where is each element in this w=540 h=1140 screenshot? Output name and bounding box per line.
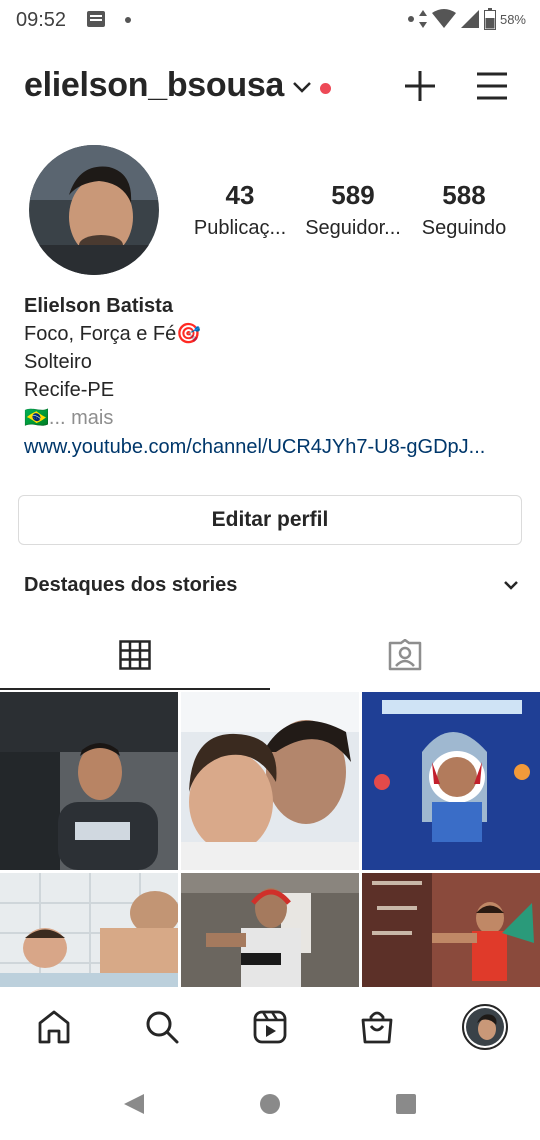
stat-following-count: 588 bbox=[442, 180, 486, 210]
post-thumbnail[interactable] bbox=[181, 873, 359, 987]
recents-icon[interactable] bbox=[394, 1092, 418, 1116]
new-post-button[interactable] bbox=[402, 68, 438, 104]
profile-website-link[interactable]: www.youtube.com/channel/UCR4JYh7-U8-gGDp… bbox=[24, 432, 524, 462]
active-tab-indicator bbox=[0, 688, 270, 690]
bio-more-line[interactable]: 🇧🇷... mais bbox=[24, 404, 524, 432]
profile-tabs bbox=[0, 620, 540, 690]
profile-bio: Elielson Batista Foco, Força e Fé🎯 Solte… bbox=[24, 292, 524, 462]
status-time: 09:52 bbox=[16, 9, 67, 31]
post-thumbnail[interactable] bbox=[362, 692, 540, 870]
signal-icon bbox=[460, 10, 479, 28]
stat-posts-label: Publicaç... bbox=[193, 217, 287, 239]
story-highlights-toggle[interactable]: Destaques dos stories bbox=[24, 570, 520, 600]
profile-avatar[interactable] bbox=[29, 145, 159, 275]
notification-dot bbox=[320, 83, 331, 94]
wifi-icon bbox=[431, 9, 456, 28]
stat-following-label: Seguindo bbox=[421, 217, 507, 239]
edit-profile-button[interactable]: Editar perfil bbox=[18, 495, 522, 545]
stat-followers[interactable]: 589 Seguidor... bbox=[303, 180, 403, 240]
bio-line: Recife-PE bbox=[24, 379, 115, 401]
back-icon[interactable] bbox=[122, 1092, 146, 1116]
posts-grid bbox=[0, 692, 540, 987]
flag-emoji: 🇧🇷 bbox=[24, 407, 49, 429]
highlights-title: Destaques dos stories bbox=[24, 574, 238, 596]
home-icon bbox=[38, 1010, 70, 1044]
shop-icon bbox=[361, 1011, 393, 1044]
bottom-navigation bbox=[0, 987, 540, 1067]
menu-button[interactable] bbox=[474, 70, 510, 102]
stat-followers-label: Seguidor... bbox=[305, 217, 401, 239]
profile-name: Elielson Batista bbox=[24, 295, 173, 317]
stat-posts-count: 43 bbox=[225, 180, 255, 210]
nav-home[interactable] bbox=[34, 1007, 74, 1047]
tagged-icon bbox=[388, 639, 422, 671]
status-icons: 58% bbox=[407, 8, 526, 30]
post-thumbnail[interactable] bbox=[362, 873, 540, 987]
data-arrows-icon bbox=[418, 10, 427, 28]
chevron-down-icon[interactable] bbox=[291, 78, 313, 96]
username-switcher[interactable]: elielson_bsousa bbox=[24, 66, 284, 105]
system-navigation bbox=[0, 1068, 540, 1140]
bio-line: Solteiro bbox=[24, 351, 92, 373]
home-circle-icon[interactable] bbox=[258, 1092, 282, 1116]
message-notification-icon bbox=[87, 11, 105, 27]
grid-icon bbox=[119, 640, 151, 670]
nav-search[interactable] bbox=[142, 1007, 182, 1047]
stat-posts[interactable]: 43 Publicaç... bbox=[190, 180, 290, 240]
notification-dot-icon bbox=[407, 16, 414, 22]
chevron-down-icon bbox=[504, 581, 518, 590]
tab-tagged[interactable] bbox=[270, 620, 540, 690]
nav-reels[interactable] bbox=[250, 1007, 290, 1047]
stat-followers-count: 589 bbox=[331, 180, 375, 210]
post-thumbnail[interactable] bbox=[181, 692, 359, 870]
status-bar: 09:52 58% bbox=[0, 0, 540, 40]
search-icon bbox=[146, 1011, 179, 1044]
battery-icon bbox=[483, 8, 496, 30]
bio-more-link[interactable]: ... mais bbox=[49, 407, 113, 429]
stat-following[interactable]: 588 Seguindo bbox=[414, 180, 514, 240]
post-thumbnail[interactable] bbox=[0, 692, 178, 870]
battery-percent: 58% bbox=[499, 11, 526, 27]
nav-shop[interactable] bbox=[357, 1007, 397, 1047]
notification-dot-icon bbox=[125, 17, 131, 23]
post-thumbnail[interactable] bbox=[0, 873, 178, 987]
tab-posts-grid[interactable] bbox=[0, 620, 270, 690]
nav-profile[interactable] bbox=[462, 1004, 508, 1050]
profile-avatar-icon bbox=[462, 1004, 508, 1050]
profile-header: elielson_bsousa bbox=[0, 62, 540, 112]
reels-icon bbox=[253, 1010, 287, 1044]
bio-line: Foco, Força e Fé🎯 bbox=[24, 323, 202, 345]
